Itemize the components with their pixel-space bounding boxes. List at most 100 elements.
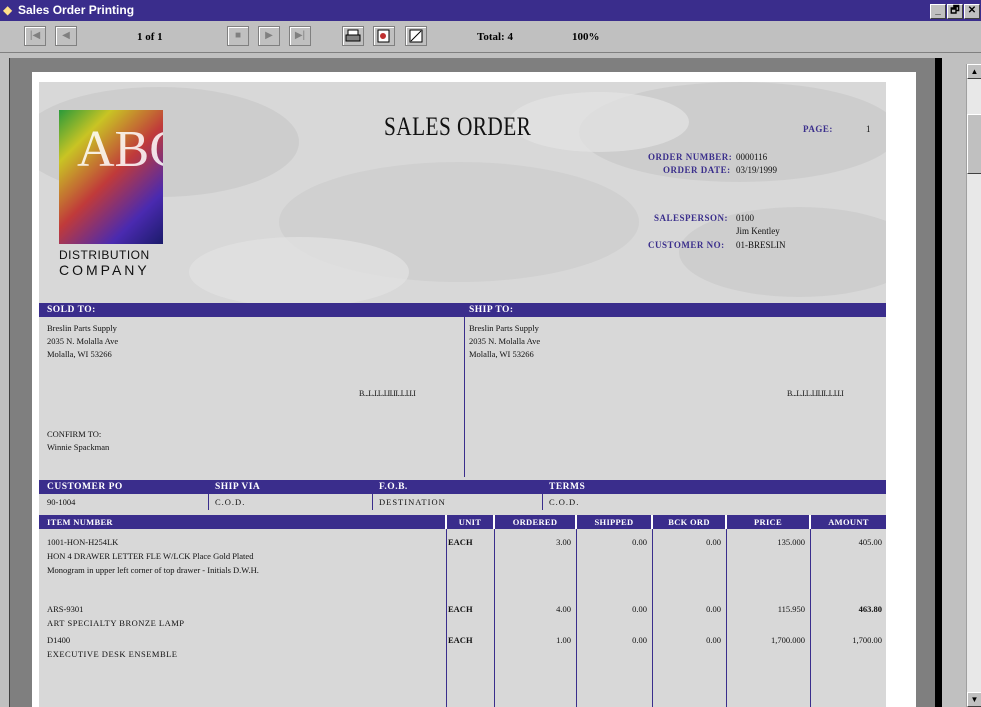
item-number: 1001-HON-H254LK xyxy=(47,537,119,547)
page-value: 1 xyxy=(866,124,871,134)
item-unit: EACH xyxy=(448,635,473,645)
order-number-label: ORDER NUMBER: xyxy=(648,152,733,162)
previous-page-button[interactable]: ◀ xyxy=(55,26,77,46)
first-page-button[interactable]: |◀ xyxy=(24,26,46,46)
amount-header: AMOUNT xyxy=(828,517,869,527)
item-col-divider xyxy=(446,529,447,707)
item-description: ART SPECIALTY BRONZE LAMP xyxy=(47,618,185,628)
item-number: ARS-9301 xyxy=(47,604,84,614)
item-unit: EACH xyxy=(448,604,473,614)
last-page-button[interactable]: ▶| xyxy=(289,26,311,46)
item-amount: 405.00 xyxy=(858,537,882,547)
fob-value: DESTINATION xyxy=(379,497,446,507)
item-unit: EACH xyxy=(448,537,473,547)
logo-text-line2: COMPANY xyxy=(59,262,150,278)
item-back-order: 0.00 xyxy=(706,635,721,645)
item-note: Monogram in upper left corner of top dra… xyxy=(47,565,259,575)
item-description: HON 4 DRAWER LETTER FLE W/LCK Place Gold… xyxy=(47,551,254,561)
ship-to-label: SHIP TO: xyxy=(469,305,514,315)
report-heading: SALES ORDER xyxy=(384,112,532,141)
page-label: PAGE: xyxy=(803,124,833,134)
item-description: EXECUTIVE DESK ENSEMBLE xyxy=(47,649,178,659)
item-col-divider xyxy=(652,529,653,707)
page-indicator: 1 of 1 xyxy=(137,31,163,43)
sold-to-label: SOLD TO: xyxy=(47,305,96,315)
minimize-button[interactable]: _ xyxy=(930,4,946,19)
terms-header: TERMS xyxy=(549,482,586,492)
sales-order-document: ABC DISTRIBUTION COMPANY SALES ORDER PAG… xyxy=(39,82,886,707)
address-header-bar: SOLD TO: SHIP TO: xyxy=(39,303,886,317)
window-title: Sales Order Printing xyxy=(18,3,135,17)
item-price: 115.950 xyxy=(777,604,805,614)
item-shipped: 0.00 xyxy=(632,537,647,547)
vertical-scrollbar[interactable]: ▲ ▼ xyxy=(966,64,981,707)
item-col-divider xyxy=(576,529,577,707)
item-ordered: 3.00 xyxy=(556,537,571,547)
customer-po-value: 90-1004 xyxy=(47,497,76,507)
item-ordered: 1.00 xyxy=(556,635,571,645)
info-divider-3 xyxy=(542,480,543,510)
restore-button[interactable]: 🗗 xyxy=(947,4,963,19)
confirm-to-name: Winnie Spackman xyxy=(47,442,110,452)
item-col-divider xyxy=(494,529,495,707)
confirm-to-label: CONFIRM TO: xyxy=(47,429,102,439)
print-icon[interactable] xyxy=(342,26,364,46)
report-viewport[interactable]: ABC DISTRIBUTION COMPANY SALES ORDER PAG… xyxy=(9,58,936,707)
item-price: 135.000 xyxy=(777,537,805,547)
ship-via-value: C.O.D. xyxy=(215,497,246,507)
zoom-level[interactable]: 100% xyxy=(572,31,600,43)
ship-to-address: Breslin Parts Supply 2035 N. Molalla Ave… xyxy=(469,322,540,361)
scroll-down-icon[interactable]: ▼ xyxy=(967,692,981,707)
info-divider-2 xyxy=(372,480,373,510)
item-shipped: 0.00 xyxy=(632,635,647,645)
item-back-order: 0.00 xyxy=(706,604,721,614)
customer-no-value: 01-BRESLIN xyxy=(736,240,786,250)
ship-to-line1: Breslin Parts Supply xyxy=(469,323,539,333)
sold-to-address: Breslin Parts Supply 2035 N. Molalla Ave… xyxy=(47,322,118,361)
item-table-header: ITEM NUMBER UNIT ORDERED SHIPPED BCK ORD… xyxy=(39,515,886,529)
stop-button[interactable]: ■ xyxy=(227,26,249,46)
item-amount: 1,700.00 xyxy=(852,635,882,645)
sold-to-line2: 2035 N. Molalla Ave xyxy=(47,336,119,346)
scroll-thumb[interactable] xyxy=(967,114,981,174)
customer-po-header: CUSTOMER PO xyxy=(47,482,123,492)
ship-to-barcode: B...L.I.L.I.II.II..I..I.I.I xyxy=(787,389,844,398)
fob-header: F.O.B. xyxy=(379,482,408,492)
company-logo: ABC xyxy=(59,110,163,244)
item-number-header: ITEM NUMBER xyxy=(47,517,113,527)
ship-to-line2: 2035 N. Molalla Ave xyxy=(469,336,541,346)
app-icon: ◆ xyxy=(3,3,13,17)
ordered-header: ORDERED xyxy=(512,517,558,527)
salesperson-label: SALESPERSON: xyxy=(654,213,729,223)
item-price: 1,700.000 xyxy=(771,635,805,645)
total-records: Total: 4 xyxy=(477,31,513,43)
price-header: PRICE xyxy=(754,517,782,527)
item-number: D1400 xyxy=(47,635,71,645)
order-date-label: ORDER DATE: xyxy=(663,165,731,175)
order-info-header-bar: CUSTOMER PO SHIP VIA F.O.B. TERMS xyxy=(39,480,886,494)
logo-letters: ABC xyxy=(77,121,163,178)
logo-text-line1: DISTRIBUTION xyxy=(59,248,150,262)
order-date-value: 03/19/1999 xyxy=(736,165,778,175)
back-order-header: BCK ORD xyxy=(668,517,710,527)
scroll-up-icon[interactable]: ▲ xyxy=(967,64,981,79)
zoom-icon[interactable] xyxy=(405,26,427,46)
unit-header: UNIT xyxy=(458,517,482,527)
ship-to-line3: Molalla, WI 53266 xyxy=(469,349,534,359)
order-number-value: 0000116 xyxy=(736,152,768,162)
ship-via-header: SHIP VIA xyxy=(215,482,261,492)
next-page-button[interactable]: ▶ xyxy=(258,26,280,46)
shipped-header: SHIPPED xyxy=(594,517,634,527)
close-button[interactable]: ✕ xyxy=(964,4,980,19)
item-col-divider xyxy=(726,529,727,707)
sold-to-line3: Molalla, WI 53266 xyxy=(47,349,112,359)
terms-value: C.O.D. xyxy=(549,497,580,507)
export-icon[interactable] xyxy=(373,26,395,46)
page-shadow-edge xyxy=(935,58,942,707)
item-shipped: 0.00 xyxy=(632,604,647,614)
info-divider-1 xyxy=(208,480,209,510)
item-amount: 463.80 xyxy=(858,604,882,614)
item-ordered: 4.00 xyxy=(556,604,571,614)
customer-no-label: CUSTOMER NO: xyxy=(648,240,725,250)
address-divider xyxy=(464,303,465,477)
